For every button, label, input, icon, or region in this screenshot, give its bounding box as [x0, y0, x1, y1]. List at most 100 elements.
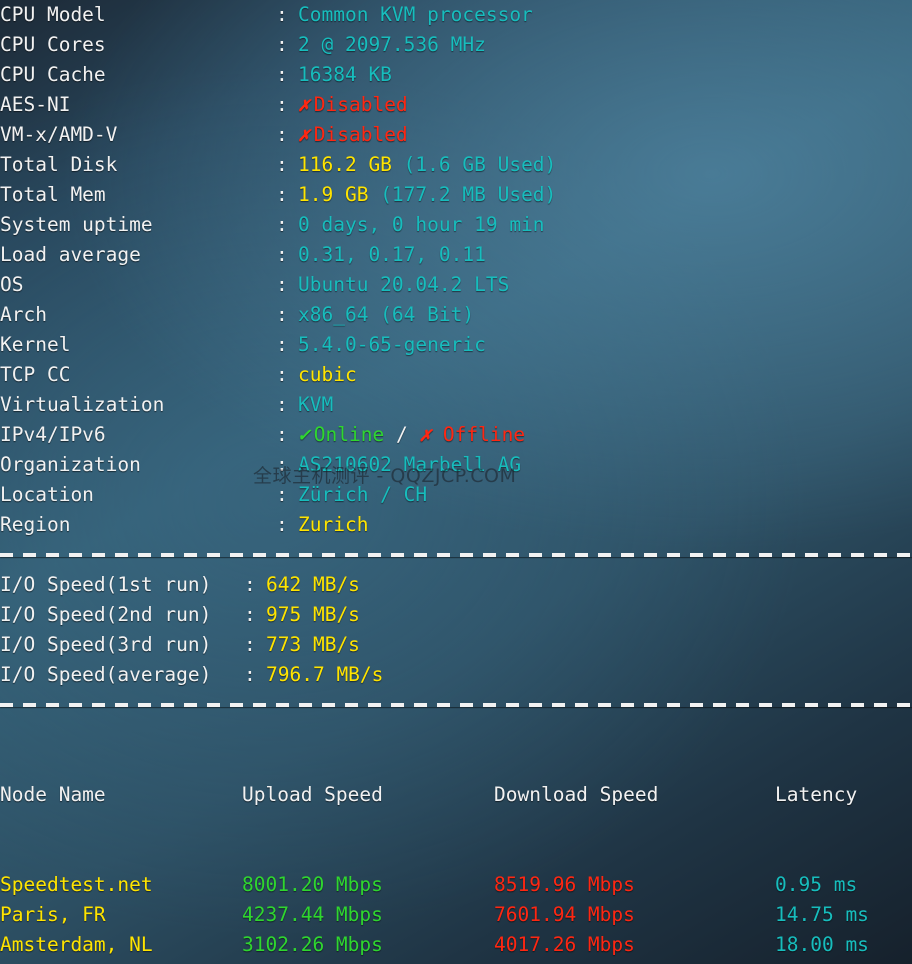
info-value-part: Ubuntu 20.04.2 LTS	[298, 273, 509, 296]
info-row: CPU Cores:2 @ 2097.536 MHz	[0, 30, 912, 60]
speedtest-latency: 224.14 ms	[775, 960, 912, 964]
info-value-part: 2 @ 2097.536 MHz	[298, 33, 486, 56]
info-colon: :	[276, 300, 298, 330]
info-value-part: 16384 KB	[298, 63, 392, 86]
info-colon: :	[276, 60, 298, 90]
io-speed-colon: :	[244, 630, 266, 660]
info-colon: :	[276, 450, 298, 480]
info-label: AES-NI	[0, 90, 276, 120]
info-label: Load average	[0, 240, 276, 270]
info-label: CPU Model	[0, 0, 276, 30]
speedtest-node-name: Speedtest.net	[0, 870, 242, 900]
info-colon: :	[276, 180, 298, 210]
info-value: 0.31, 0.17, 0.11	[298, 240, 486, 270]
info-value-part: x86_64 (64 Bit)	[298, 303, 474, 326]
info-value: 116.2 GB (1.6 GB Used)	[298, 150, 556, 180]
terminal-output: CPU Model:Common KVM processorCPU Cores:…	[0, 0, 912, 964]
info-colon: :	[276, 120, 298, 150]
info-row: Arch:x86_64 (64 Bit)	[0, 300, 912, 330]
info-row: Location:Zürich / CH	[0, 480, 912, 510]
speedtest-upload-speed: 451.43 Mbps	[242, 960, 494, 964]
io-speed-row: I/O Speed(average):796.7 MB/s	[0, 660, 912, 690]
info-value: ✗Disabled	[298, 120, 408, 150]
info-colon: :	[276, 150, 298, 180]
info-colon: :	[276, 330, 298, 360]
info-colon: :	[276, 270, 298, 300]
info-row: VM-x/AMD-V:✗Disabled	[0, 120, 912, 150]
info-colon: :	[276, 210, 298, 240]
info-value-part: Zürich / CH	[298, 483, 427, 506]
check-icon: ✓	[298, 423, 310, 446]
system-info-section: CPU Model:Common KVM processorCPU Cores:…	[0, 0, 912, 540]
speedtest-upload-speed: 3102.26 Mbps	[242, 930, 494, 960]
speedtest-download-speed: 7601.94 Mbps	[494, 900, 775, 930]
io-speed-value: 773 MB/s	[266, 630, 360, 660]
info-colon: :	[276, 510, 298, 540]
info-row: IPv4/IPv6:✓Online / ✗ Offline	[0, 420, 912, 450]
info-label: Virtualization	[0, 390, 276, 420]
info-value: 5.4.0-65-generic	[298, 330, 486, 360]
info-row: Total Disk:116.2 GB (1.6 GB Used)	[0, 150, 912, 180]
info-value: 0 days, 0 hour 19 min	[298, 210, 545, 240]
info-label: Kernel	[0, 330, 276, 360]
info-value-part: Offline	[443, 423, 525, 446]
info-value-part: 116.2 GB	[298, 153, 404, 176]
table-row: Paris, FR4237.44 Mbps7601.94 Mbps14.75 m…	[0, 900, 912, 930]
io-speed-colon: :	[244, 600, 266, 630]
cross-icon: ✗	[419, 423, 442, 446]
info-row: System uptime:0 days, 0 hour 19 min	[0, 210, 912, 240]
info-value: Zurich	[298, 510, 368, 540]
info-row: Kernel:5.4.0-65-generic	[0, 330, 912, 360]
speedtest-rows: Speedtest.net8001.20 Mbps8519.96 Mbps0.9…	[0, 870, 912, 964]
info-colon: :	[276, 480, 298, 510]
info-label: Organization	[0, 450, 276, 480]
info-row: CPU Model:Common KVM processor	[0, 0, 912, 30]
info-value: cubic	[298, 360, 357, 390]
info-value-part: cubic	[298, 363, 357, 386]
info-label: VM-x/AMD-V	[0, 120, 276, 150]
info-colon: :	[276, 420, 298, 450]
speedtest-table: Node Name Upload Speed Download Speed La…	[0, 720, 912, 964]
info-value: Common KVM processor	[298, 0, 533, 30]
info-value: ✓Online / ✗ Offline	[298, 420, 525, 450]
io-speed-colon: :	[244, 660, 266, 690]
speedtest-download-speed: 8519.96 Mbps	[494, 870, 775, 900]
separator-dashes	[0, 553, 912, 557]
info-value-part: /	[396, 423, 419, 446]
info-value-part: (1.6 GB Used)	[404, 153, 557, 176]
separator-line-1	[0, 540, 912, 570]
io-speed-label: I/O Speed(3rd run)	[0, 630, 244, 660]
info-colon: :	[276, 30, 298, 60]
io-speed-value: 796.7 MB/s	[266, 660, 383, 690]
info-value-part: Zurich	[298, 513, 368, 536]
info-value-part: 0.31, 0.17, 0.11	[298, 243, 486, 266]
info-value-part: Disabled	[314, 123, 408, 146]
info-colon: :	[276, 390, 298, 420]
info-row: Region:Zurich	[0, 510, 912, 540]
info-row: Total Mem:1.9 GB (177.2 MB Used)	[0, 180, 912, 210]
separator-line-2	[0, 690, 912, 720]
io-speed-row: I/O Speed(3rd run):773 MB/s	[0, 630, 912, 660]
info-value: 16384 KB	[298, 60, 392, 90]
speedtest-latency: 18.00 ms	[775, 930, 912, 960]
table-row: Speedtest.net8001.20 Mbps8519.96 Mbps0.9…	[0, 870, 912, 900]
cross-icon: ✗	[298, 123, 310, 146]
speedtest-upload-speed: 8001.20 Mbps	[242, 870, 494, 900]
info-label: OS	[0, 270, 276, 300]
info-label: Total Disk	[0, 150, 276, 180]
info-colon: :	[276, 360, 298, 390]
info-value: KVM	[298, 390, 333, 420]
column-header-latency: Latency	[775, 780, 912, 810]
column-header-node-name: Node Name	[0, 780, 242, 810]
info-value-part: 5.4.0-65-generic	[298, 333, 486, 356]
info-value: Ubuntu 20.04.2 LTS	[298, 270, 509, 300]
io-speed-value: 642 MB/s	[266, 570, 360, 600]
info-value: x86_64 (64 Bit)	[298, 300, 474, 330]
speedtest-node-name: Paris, FR	[0, 900, 242, 930]
info-colon: :	[276, 90, 298, 120]
speedtest-download-speed: 2275.93 Mbps	[494, 960, 775, 964]
io-speed-label: I/O Speed(2nd run)	[0, 600, 244, 630]
cross-icon: ✗	[298, 93, 310, 116]
info-value-part: Online	[314, 423, 396, 446]
info-label: System uptime	[0, 210, 276, 240]
